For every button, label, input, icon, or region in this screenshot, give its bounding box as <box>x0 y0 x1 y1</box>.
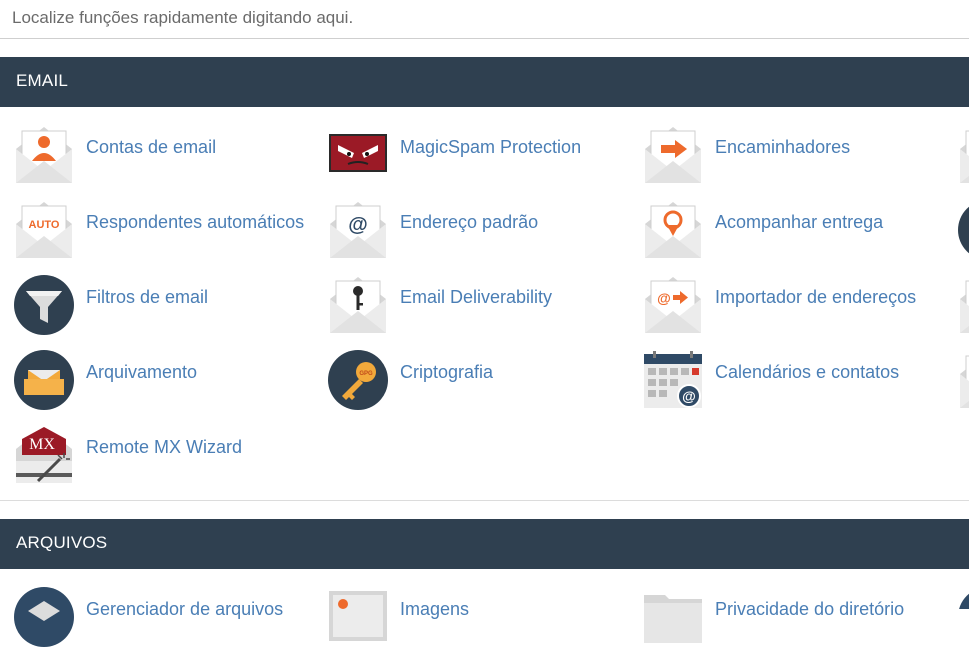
magicspam-icon <box>328 125 388 185</box>
item-label: Respondentes automáticos <box>86 212 305 232</box>
item-label: Imagens <box>400 599 470 619</box>
item-label: Calendários e contatos <box>715 362 900 382</box>
section-header-files[interactable]: ARQUIVOS <box>0 519 969 569</box>
item-label: Gerenciador de arquivos <box>86 599 284 619</box>
section-header-email[interactable]: EMAIL <box>0 57 969 107</box>
item-label: Acompanhar entrega <box>715 212 884 232</box>
svg-text:AUTO: AUTO <box>29 219 60 231</box>
email-deliverability-icon <box>328 275 388 335</box>
svg-text:@: @ <box>657 290 671 306</box>
item-label: Filtros de email <box>86 287 209 307</box>
search-bar <box>0 0 969 39</box>
item-label: Endereço padrão <box>400 212 539 232</box>
svg-text:GPG: GPG <box>359 371 373 377</box>
item-label: Importador de endereços <box>715 287 917 307</box>
item-label: Contas de email <box>86 137 217 157</box>
images-icon <box>328 587 388 647</box>
item-label: Arquivamento <box>86 362 198 382</box>
autoresponders-icon: AUTO <box>14 200 74 260</box>
track-delivery-icon <box>643 200 703 260</box>
email-filters-icon <box>14 275 74 335</box>
forwarders-icon <box>643 125 703 185</box>
file-manager-icon <box>14 587 74 647</box>
item-label: Criptografia <box>400 362 494 382</box>
item-label: Email Deliverability <box>400 287 553 307</box>
right-column-overflow-files <box>958 587 969 609</box>
archive-icon <box>14 350 74 410</box>
default-address-icon: @ <box>328 200 388 260</box>
item-label: Encaminhadores <box>715 137 851 157</box>
svg-text:MX: MX <box>29 436 55 453</box>
svg-text:@: @ <box>348 214 368 236</box>
right-column-overflow <box>958 125 969 415</box>
remote-mx-icon: MX <box>14 425 74 485</box>
encryption-icon: GPG <box>328 350 388 410</box>
item-label: MagicSpam Protection <box>400 137 582 157</box>
item-label: Remote MX Wizard <box>86 437 243 457</box>
svg-text:@: @ <box>682 388 696 404</box>
email-accounts-icon <box>14 125 74 185</box>
section-title: EMAIL <box>16 71 69 90</box>
search-input[interactable] <box>12 6 912 30</box>
calendar-icon: @ <box>643 350 703 410</box>
section-divider <box>0 500 969 501</box>
section-title: ARQUIVOS <box>16 533 108 552</box>
directory-privacy-icon <box>643 587 703 647</box>
item-label: Privacidade do diretório <box>715 599 905 619</box>
address-importer-icon: @ <box>643 275 703 335</box>
